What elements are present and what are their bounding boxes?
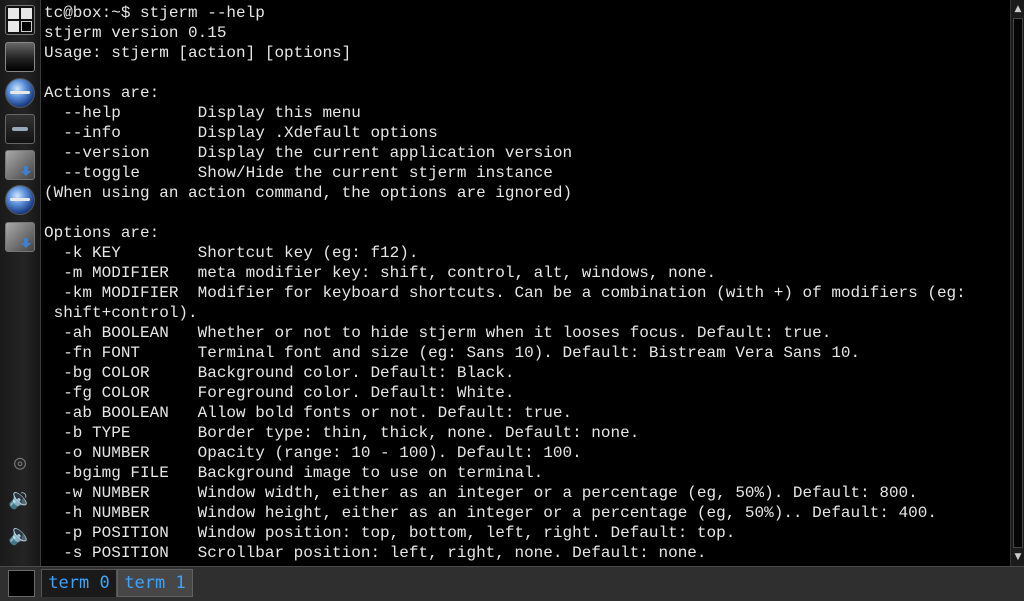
app-install-icon[interactable] xyxy=(5,222,35,252)
terminal-line: -b TYPE Border type: thin, thick, none. … xyxy=(44,424,640,442)
terminal-line: --toggle Show/Hide the current stjerm in… xyxy=(44,164,553,182)
terminal-line: -km MODIFIER Modifier for keyboard short… xyxy=(44,284,966,302)
terminal-line: Options are: xyxy=(44,224,160,242)
terminal-line: -s POSITION Scrollbar position: left, ri… xyxy=(44,544,707,562)
terminal-line: -h NUMBER Window height, either as an in… xyxy=(44,504,937,522)
network-icon[interactable]: ◎ xyxy=(8,450,32,474)
terminal-line: -fg COLOR Foreground color. Default: Whi… xyxy=(44,384,515,402)
terminal-line: Actions are: xyxy=(44,84,160,102)
browser-icon[interactable] xyxy=(5,78,35,108)
volume-down-icon[interactable]: 🔈 xyxy=(8,522,33,546)
scrollbar[interactable]: ▲ ▼ xyxy=(1010,0,1024,566)
terminal-icon[interactable] xyxy=(5,42,35,72)
terminal-output: tc@box:~$ stjerm --help stjerm version 0.… xyxy=(41,0,1010,563)
volume-up-icon[interactable]: 🔉 xyxy=(8,486,33,510)
terminal-line: -ab BOOLEAN Allow bold fonts or not. Def… xyxy=(44,404,573,422)
terminal-line: stjerm version 0.15 xyxy=(44,24,227,42)
scrollbar-thumb[interactable] xyxy=(1013,18,1023,548)
terminal-line: -o NUMBER Opacity (range: 10 - 100). Def… xyxy=(44,444,582,462)
dock: ◎ 🔉 🔈 xyxy=(0,0,41,566)
browser-icon[interactable] xyxy=(5,185,35,215)
terminal-line: --help Display this menu xyxy=(44,104,361,122)
terminal-line: tc@box:~$ stjerm --help xyxy=(44,4,265,22)
terminal-line: -p POSITION Window position: top, bottom… xyxy=(44,524,736,542)
terminal-line: --info Display .Xdefault options xyxy=(44,124,438,142)
app-install-icon[interactable] xyxy=(5,150,35,180)
terminal-line: shift+control). xyxy=(44,304,198,322)
terminal-line: -fn FONT Terminal font and size (eg: San… xyxy=(44,344,861,362)
menu-icon[interactable] xyxy=(5,5,35,35)
terminal-line: -m MODIFIER meta modifier key: shift, co… xyxy=(44,264,717,282)
terminal-line: -ah BOOLEAN Whether or not to hide stjer… xyxy=(44,324,832,342)
terminal-line: -w NUMBER Window width, either as an int… xyxy=(44,484,918,502)
terminal-square-icon xyxy=(8,570,35,597)
terminal-line: (When using an action command, the optio… xyxy=(44,184,573,202)
scroll-up-icon[interactable]: ▲ xyxy=(1011,2,1024,16)
tab-bar: term 0 term 1 xyxy=(0,566,1024,601)
terminal-line: -k KEY Shortcut key (eg: f12). xyxy=(44,244,419,262)
terminal-line: -bgimg FILE Background image to use on t… xyxy=(44,464,544,482)
terminal-line: -bg COLOR Background color. Default: Bla… xyxy=(44,364,515,382)
terminal-line: Usage: stjerm [action] [options] xyxy=(44,44,352,62)
terminal-window[interactable]: tc@box:~$ stjerm --help stjerm version 0.… xyxy=(41,0,1010,566)
tab-term-1[interactable]: term 1 xyxy=(117,569,193,597)
terminal-line: --version Display the current applicatio… xyxy=(44,144,573,162)
tab-term-0[interactable]: term 0 xyxy=(41,569,117,597)
control-panel-icon[interactable] xyxy=(5,114,35,144)
scroll-down-icon[interactable]: ▼ xyxy=(1011,550,1024,564)
